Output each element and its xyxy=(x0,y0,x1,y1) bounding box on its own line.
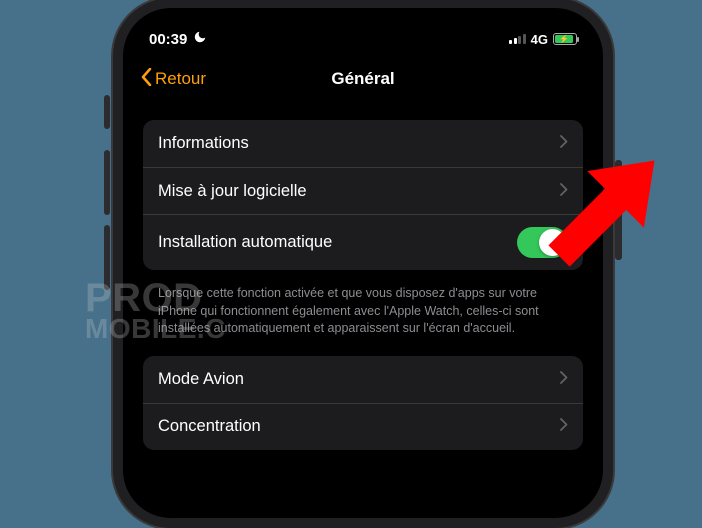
phone-frame: 00:39 4G ⚡ Retour xyxy=(113,0,613,528)
phone-side-button xyxy=(104,95,110,129)
back-label: Retour xyxy=(155,69,206,89)
phone-side-button xyxy=(104,225,110,290)
settings-section: Informations Mise à jour logicielle Inst… xyxy=(143,120,583,270)
row-label: Mise à jour logicielle xyxy=(158,182,307,201)
moon-icon xyxy=(193,30,207,48)
row-label: Concentration xyxy=(158,417,261,436)
battery-icon: ⚡ xyxy=(553,33,577,45)
row-auto-install: Installation automatique xyxy=(143,214,583,270)
chevron-right-icon xyxy=(560,417,568,436)
chevron-right-icon xyxy=(560,134,568,153)
auto-install-toggle[interactable] xyxy=(517,227,568,258)
row-informations[interactable]: Informations xyxy=(143,120,583,167)
phone-side-button xyxy=(104,150,110,215)
network-label: 4G xyxy=(531,32,548,47)
row-software-update[interactable]: Mise à jour logicielle xyxy=(143,167,583,214)
row-label: Mode Avion xyxy=(158,370,244,389)
screen: 00:39 4G ⚡ Retour xyxy=(129,14,597,512)
settings-section: Mode Avion Concentration xyxy=(143,356,583,450)
chevron-right-icon xyxy=(560,370,568,389)
chevron-right-icon xyxy=(560,182,568,201)
content: Informations Mise à jour logicielle Inst… xyxy=(129,102,597,450)
row-label: Informations xyxy=(158,134,249,153)
row-label: Installation automatique xyxy=(158,233,332,252)
signal-icon xyxy=(509,34,526,44)
toggle-knob xyxy=(539,229,566,256)
chevron-left-icon xyxy=(141,68,152,91)
nav-header: Retour Général xyxy=(129,56,597,102)
status-time: 00:39 xyxy=(149,31,187,48)
notch xyxy=(263,14,463,42)
phone-side-button xyxy=(615,160,622,260)
row-concentration[interactable]: Concentration xyxy=(143,403,583,450)
back-button[interactable]: Retour xyxy=(141,68,206,91)
section-caption: Lorsque cette fonction activée et que vo… xyxy=(143,278,583,356)
row-airplane-mode[interactable]: Mode Avion xyxy=(143,356,583,403)
